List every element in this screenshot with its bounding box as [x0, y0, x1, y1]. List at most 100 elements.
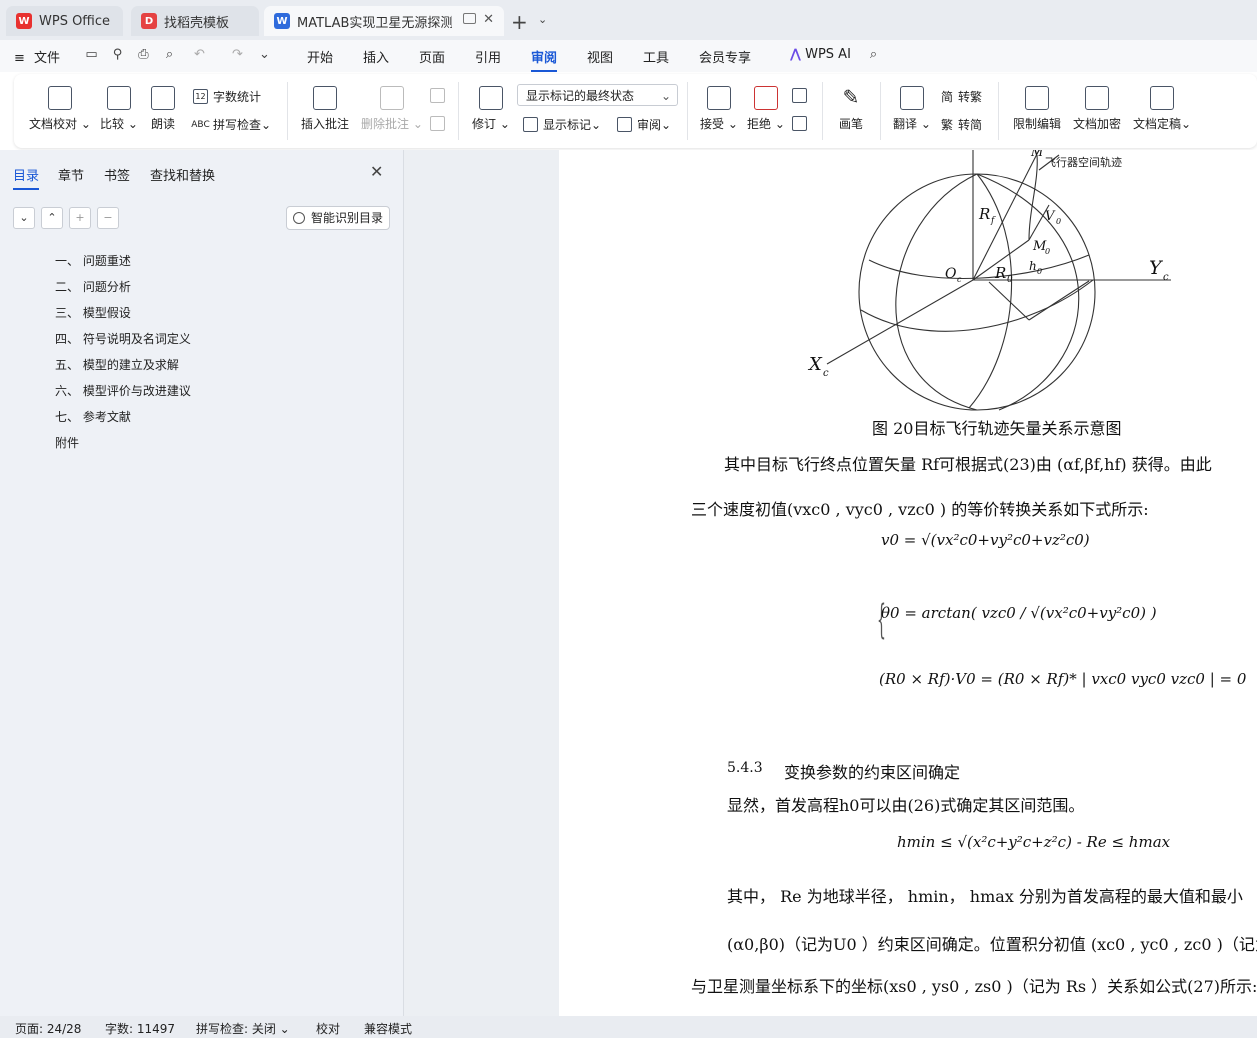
expand-down-icon[interactable]: ⌄ [13, 207, 35, 229]
ribbon-divider [458, 82, 459, 140]
encrypt-button[interactable]: 文档加密 [1073, 86, 1121, 132]
insert-comment-button[interactable]: 插入批注 [301, 86, 349, 132]
toc-item[interactable]: 五、 模型的建立及求解 [55, 356, 179, 373]
menu-bar: ≡ 文件 ▭ ⚲ ⎙ ⌕ ↶ ↷ ⌄ 开始 插入 页面 引用 审阅 视图 工具 … [0, 40, 1257, 72]
markup-state-value: 显示标记的最终状态 [526, 89, 635, 103]
docer-logo-icon: D [141, 13, 157, 29]
spell-check-button[interactable]: ABC 拼写检查 ⌄ [191, 116, 271, 133]
chevron-down-icon: ⌄ [409, 117, 423, 131]
menu-member[interactable]: 会员专享 [699, 47, 751, 66]
toc-item[interactable]: 一、 问题重述 [55, 252, 131, 269]
word-count-button[interactable]: 12 字数统计 [193, 88, 261, 105]
next-comment-button[interactable] [430, 116, 450, 131]
menu-references[interactable]: 引用 [475, 47, 501, 66]
file-menu[interactable]: ≡ 文件 [14, 47, 60, 66]
tab-bookmarks[interactable]: 书签 [104, 165, 130, 184]
delete-comment-button[interactable]: 删除批注 ⌄ [361, 86, 423, 132]
tab-document[interactable]: W MATLAB实现卫星无源探测的 ✕ [264, 6, 504, 36]
next-change-button[interactable] [792, 116, 812, 131]
word-count-indicator[interactable]: 字数: 11497 [105, 1020, 175, 1037]
translate-button[interactable]: 翻译 ⌄ [893, 86, 931, 132]
finalize-button[interactable]: 文档定稿⌄ [1133, 86, 1191, 132]
tab-sections[interactable]: 章节 [58, 165, 84, 184]
compare-icon [106, 86, 131, 110]
close-pane-icon[interactable]: ✕ [370, 162, 383, 181]
print-icon[interactable]: ⎙ [136, 47, 151, 62]
print-preview-icon[interactable]: ⌕ [162, 47, 177, 62]
smart-toc-button[interactable]: 智能识别目录 [286, 206, 390, 230]
chevron-down-icon: ⌄ [77, 117, 91, 131]
show-markup-icon [523, 117, 538, 132]
finalize-label: 文档定稿 [1133, 117, 1182, 131]
figure-caption: 图 20目标飞行轨迹矢量关系示意图 [872, 419, 1122, 438]
monitor-icon[interactable] [463, 13, 476, 24]
pen-button[interactable]: ✎ 画笔 [839, 86, 863, 132]
toc-item[interactable]: 二、 问题分析 [55, 278, 131, 295]
reject-button[interactable]: 拒绝 ⌄ [747, 86, 785, 132]
to-simplified-button[interactable]: 繁 转简 [941, 116, 982, 133]
wps-ai-button[interactable]: ⋀ WPS AI [790, 47, 851, 62]
review-pane-label: 审阅 [637, 118, 662, 132]
toc-item[interactable]: 七、 参考文献 [55, 408, 131, 425]
traditional-glyph-icon: 繁 [941, 118, 954, 132]
chevron-down-icon: ⌄ [724, 117, 738, 131]
ribbon-divider [998, 82, 999, 140]
document-page[interactable]: R f V 0 M 0 h 0 O c R 0 Y c X c M 飞行器空间轨… [559, 150, 1257, 1016]
ribbon-divider [287, 82, 288, 140]
spell-check-toggle[interactable]: 拼写检查: 关闭 ⌄ [196, 1020, 290, 1037]
read-aloud-button[interactable]: 朗读 [151, 86, 175, 132]
tab-wps-office[interactable]: W WPS Office [6, 6, 123, 36]
to-traditional-label: 转繁 [958, 90, 983, 104]
track-changes-button[interactable]: 修订 ⌄ [472, 86, 510, 132]
tab-find-replace[interactable]: 查找和替换 [150, 165, 215, 184]
chevron-down-icon[interactable]: ⌄ [538, 13, 547, 26]
new-tab-icon[interactable]: + [511, 10, 528, 34]
toc-item[interactable]: 附件 [55, 434, 79, 451]
doc-proof-button[interactable]: 文档校对 ⌄ [29, 86, 91, 132]
toc-item[interactable]: 六、 模型评价与改进建议 [55, 382, 191, 399]
share-icon[interactable]: ⚲ [110, 47, 125, 62]
show-markup-button[interactable]: 显示标记 ⌄ [523, 116, 601, 133]
save-icon[interactable]: ▭ [84, 47, 99, 62]
undo-icon[interactable]: ↶ [192, 47, 207, 62]
collapse-up-icon[interactable]: ⌃ [41, 207, 63, 229]
prev-change-button[interactable] [792, 88, 812, 103]
menu-home[interactable]: 开始 [307, 47, 333, 66]
redo-icon[interactable]: ↷ [230, 47, 245, 62]
toc-item[interactable]: 四、 符号说明及名词定义 [55, 330, 191, 347]
menu-review[interactable]: 审阅 [531, 47, 558, 72]
hamburger-icon: ≡ [14, 51, 25, 66]
chevron-down-icon: ⌄ [660, 89, 671, 103]
tab-toc[interactable]: 目录 [13, 165, 40, 190]
more-chevron-icon[interactable]: ⌄ [257, 47, 272, 62]
toc-item[interactable]: 三、 模型假设 [55, 304, 131, 321]
wps-ai-icon: ⋀ [790, 47, 801, 62]
prev-comment-button[interactable] [430, 88, 450, 103]
next-comment-icon [430, 116, 445, 131]
tab-docer[interactable]: D 找稻壳模板 [131, 6, 259, 36]
menu-view[interactable]: 视图 [587, 47, 613, 66]
label-r0: R [994, 264, 1006, 282]
accept-button[interactable]: 接受 ⌄ [700, 86, 738, 132]
restrict-edit-button[interactable]: 限制编辑 [1013, 86, 1061, 132]
menu-page[interactable]: 页面 [419, 47, 445, 66]
reject-label: 拒绝 [747, 117, 772, 131]
chevron-down-icon: ⌄ [496, 117, 510, 131]
menu-insert[interactable]: 插入 [363, 47, 389, 66]
reject-icon [753, 86, 778, 110]
doc-proof-label: 文档校对 [29, 117, 78, 131]
ribbon-divider [822, 82, 823, 140]
compare-button[interactable]: 比较 ⌄ [100, 86, 138, 132]
proof-button[interactable]: 校对 [316, 1020, 340, 1037]
menu-tools[interactable]: 工具 [643, 47, 669, 66]
to-traditional-button[interactable]: 简 转繁 [941, 88, 982, 105]
add-heading-icon[interactable]: + [69, 207, 91, 229]
label-trajectory: 飞行器空间轨迹 [1045, 155, 1122, 169]
remove-heading-icon[interactable]: − [97, 207, 119, 229]
markup-state-select[interactable]: 显示标记的最终状态 ⌄ [517, 84, 678, 106]
review-pane-button[interactable]: 审阅 ⌄ [617, 116, 671, 133]
page-indicator[interactable]: 页面: 24/28 [15, 1020, 81, 1037]
label-oc: O [945, 266, 957, 282]
search-icon[interactable]: ⌕ [866, 47, 881, 62]
close-tab-icon[interactable]: ✕ [483, 12, 494, 27]
